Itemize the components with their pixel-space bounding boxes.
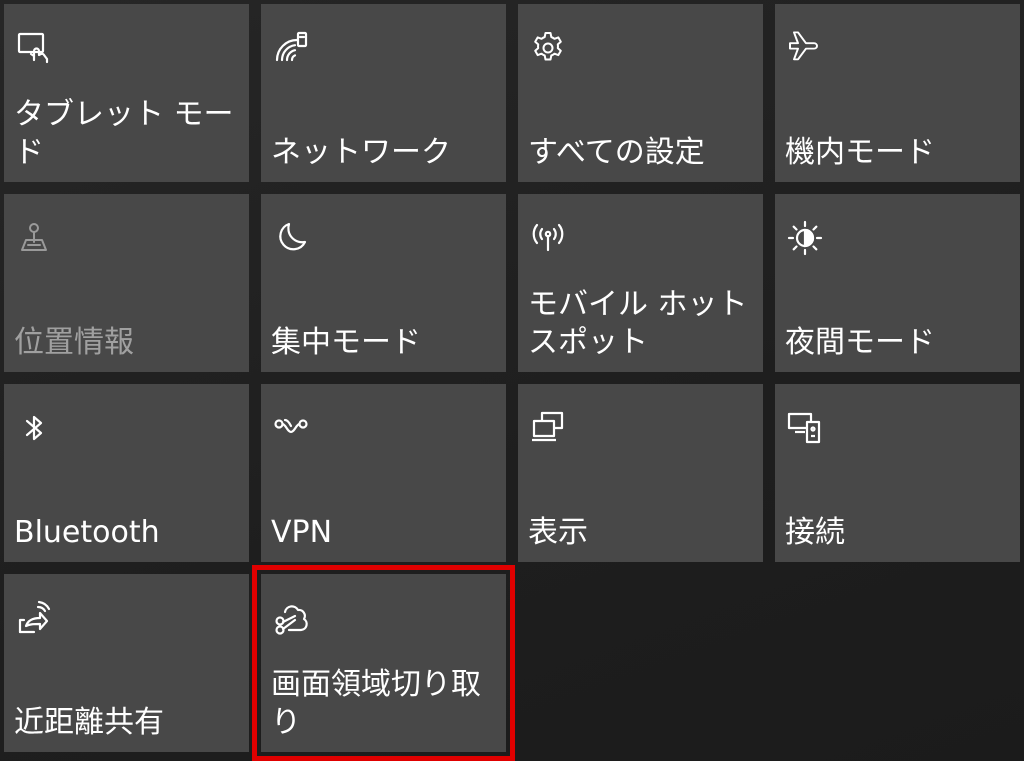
- network-icon: [273, 30, 313, 70]
- tile-nearby-sharing[interactable]: 近距離共有: [4, 574, 249, 752]
- tile-label: VPN: [271, 515, 333, 550]
- tile-vpn[interactable]: VPN: [261, 384, 506, 562]
- tile-label: ネットワーク: [271, 135, 451, 170]
- tile-location[interactable]: 位置情報: [4, 194, 249, 372]
- vpn-icon: [273, 410, 313, 450]
- action-center-quick-actions: タブレット モード ネットワーク すべての設定 機内モード 位置情報 集中モード…: [0, 0, 1024, 761]
- settings-gear-icon: [530, 30, 570, 70]
- nearby-share-icon: [16, 600, 56, 640]
- tile-connect[interactable]: 接続: [775, 384, 1020, 562]
- tile-all-settings[interactable]: すべての設定: [518, 4, 763, 182]
- location-icon: [16, 220, 56, 260]
- tile-night-light[interactable]: 夜間モード: [775, 194, 1020, 372]
- bluetooth-icon: [16, 410, 56, 450]
- tile-label: モバイル ホットスポット: [528, 287, 748, 360]
- tile-label: 集中モード: [271, 325, 421, 360]
- tile-label: 夜間モード: [785, 325, 935, 360]
- tile-tablet-mode[interactable]: タブレット モード: [4, 4, 249, 182]
- snip-scissors-icon: [273, 600, 313, 640]
- tile-label: 表示: [528, 515, 588, 550]
- tile-label: 機内モード: [785, 135, 935, 170]
- tile-project[interactable]: 表示: [518, 384, 763, 562]
- moon-icon: [273, 220, 313, 260]
- quick-actions-grid: タブレット モード ネットワーク すべての設定 機内モード 位置情報 集中モード…: [4, 4, 1020, 761]
- connect-devices-icon: [787, 410, 827, 450]
- tile-label: Bluetooth: [14, 515, 160, 550]
- tile-label: タブレット モード: [14, 97, 234, 170]
- tile-label: 近距離共有: [14, 705, 164, 740]
- sun-icon: [787, 220, 827, 260]
- tile-label: 位置情報: [14, 325, 134, 360]
- tile-network[interactable]: ネットワーク: [261, 4, 506, 182]
- tablet-mode-icon: [16, 30, 56, 70]
- tile-bluetooth[interactable]: Bluetooth: [4, 384, 249, 562]
- tile-label: 画面領域切り取り: [271, 667, 481, 740]
- tile-label: 接続: [785, 515, 845, 550]
- mobile-hotspot-icon: [530, 220, 570, 260]
- tile-airplane-mode[interactable]: 機内モード: [775, 4, 1020, 182]
- tile-focus-assist[interactable]: 集中モード: [261, 194, 506, 372]
- tile-label: すべての設定: [528, 135, 705, 170]
- project-display-icon: [530, 410, 570, 450]
- tile-mobile-hotspot[interactable]: モバイル ホットスポット: [518, 194, 763, 372]
- airplane-icon: [787, 30, 827, 70]
- tile-screen-snip[interactable]: 画面領域切り取り: [252, 565, 515, 761]
